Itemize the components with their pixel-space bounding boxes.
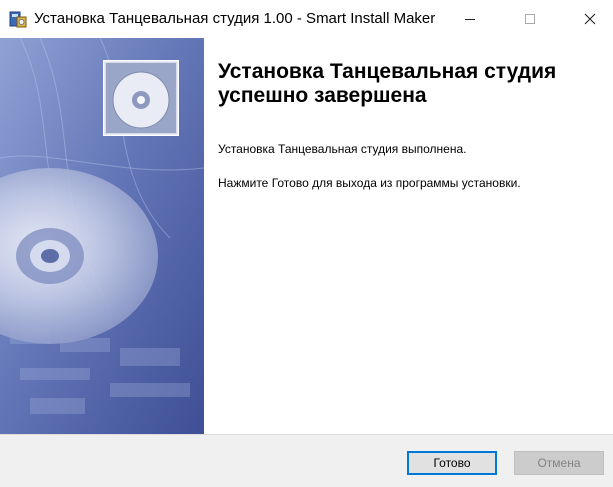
window-title: Установка Танцевальная студия 1.00 - Sma…: [34, 10, 436, 27]
completion-message: Установка Танцевальная студия выполнена.: [218, 142, 467, 156]
cancel-button: Отмена: [514, 451, 604, 475]
maximize-button[interactable]: [507, 0, 553, 38]
button-bar: Готово Отмена: [0, 434, 613, 487]
cd-icon: [103, 60, 179, 136]
minimize-icon: [465, 18, 475, 20]
installer-icon[interactable]: [8, 9, 28, 29]
close-button[interactable]: [567, 0, 613, 38]
close-icon: [584, 13, 596, 25]
page-title: Установка Танцевальная студия успешно за…: [218, 60, 557, 107]
instruction-message: Нажмите Готово для выхода из программы у…: [218, 176, 521, 190]
maximize-icon: [525, 14, 535, 24]
finish-button[interactable]: Готово: [407, 451, 497, 475]
title-bar: Установка Танцевальная студия 1.00 - Sma…: [0, 0, 613, 38]
minimize-button[interactable]: [447, 0, 493, 38]
wizard-content: Установка Танцевальная студия успешно за…: [103, 38, 613, 434]
